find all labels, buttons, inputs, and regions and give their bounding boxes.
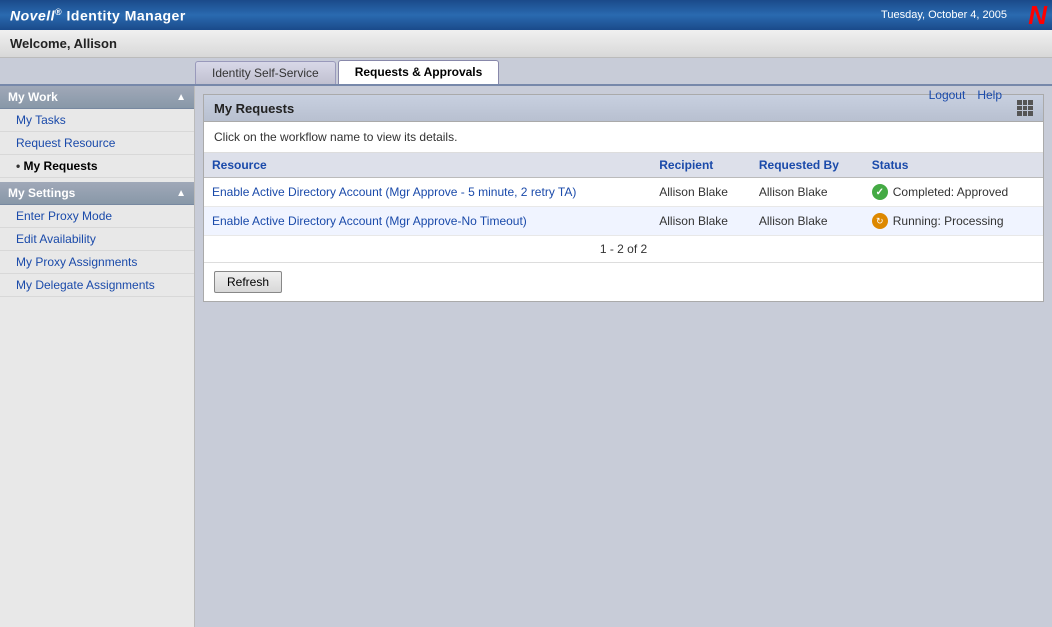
sidebar-settings-arrow: ▲: [176, 188, 186, 199]
requests-table-body: Enable Active Directory Account (Mgr App…: [204, 178, 1043, 236]
table-row: Enable Active Directory Account (Mgr App…: [204, 178, 1043, 207]
help-link[interactable]: Help: [977, 88, 1002, 102]
cell-status: ✓ Completed: Approved: [864, 178, 1043, 207]
app-logo: Novell® Identity Manager: [10, 7, 186, 24]
novell-n-logo: N: [1028, 2, 1047, 28]
cell-requested-by: Allison Blake: [751, 178, 864, 207]
status-running-icon: ↻: [872, 213, 888, 229]
col-requested-by[interactable]: Requested By: [751, 153, 864, 178]
status-text: Running: Processing: [893, 214, 1004, 228]
refresh-button[interactable]: Refresh: [214, 271, 282, 293]
grid-view-icon[interactable]: [1017, 100, 1033, 116]
header-date: Tuesday, October 4, 2005: [881, 9, 1007, 21]
header-bar: Novell® Identity Manager Tuesday, Octobe…: [0, 0, 1052, 30]
status-completed-icon: ✓: [872, 184, 888, 200]
logo-novell: Novell: [10, 7, 55, 23]
requests-table: Resource Recipient Requested By Status E…: [204, 153, 1043, 236]
cell-resource: Enable Active Directory Account (Mgr App…: [204, 178, 651, 207]
sidebar-section-work-label: My Work: [8, 90, 58, 104]
pagination: 1 - 2 of 2: [204, 236, 1043, 263]
logo-rest: Identity Manager: [62, 7, 186, 23]
logout-link[interactable]: Logout: [929, 88, 966, 102]
resource-link[interactable]: Enable Active Directory Account (Mgr App…: [212, 185, 576, 199]
cell-resource: Enable Active Directory Account (Mgr App…: [204, 207, 651, 236]
sidebar-item-my-requests[interactable]: My Requests: [0, 155, 194, 178]
main-content: My Requests Click on the workflow name t…: [195, 86, 1052, 627]
sidebar: My Work ▲ My Tasks Request Resource My R…: [0, 86, 195, 627]
sidebar-item-enter-proxy-mode[interactable]: Enter Proxy Mode: [0, 205, 194, 228]
welcome-message: Welcome, Allison: [10, 36, 117, 51]
cell-recipient: Allison Blake: [651, 207, 751, 236]
sidebar-work-arrow: ▲: [176, 92, 186, 103]
requests-hint: Click on the workflow name to view its d…: [204, 122, 1043, 153]
sidebar-item-my-proxy-assignments[interactable]: My Proxy Assignments: [0, 251, 194, 274]
col-status[interactable]: Status: [864, 153, 1043, 178]
sidebar-section-settings: My Settings ▲: [0, 182, 194, 205]
resource-link[interactable]: Enable Active Directory Account (Mgr App…: [212, 214, 527, 228]
requests-panel-title: My Requests: [214, 101, 294, 116]
sidebar-item-my-tasks[interactable]: My Tasks: [0, 109, 194, 132]
sidebar-item-request-resource[interactable]: Request Resource: [0, 132, 194, 155]
main-layout: My Work ▲ My Tasks Request Resource My R…: [0, 86, 1052, 627]
table-row: Enable Active Directory Account (Mgr App…: [204, 207, 1043, 236]
tab-requests-approvals[interactable]: Requests & Approvals: [338, 60, 500, 84]
cell-requested-by: Allison Blake: [751, 207, 864, 236]
tab-identity-self-service[interactable]: Identity Self-Service: [195, 61, 336, 84]
sidebar-item-my-delegate-assignments[interactable]: My Delegate Assignments: [0, 274, 194, 297]
cell-status: ↻ Running: Processing: [864, 207, 1043, 236]
sidebar-section-settings-label: My Settings: [8, 186, 75, 200]
requests-panel-header: My Requests: [204, 95, 1043, 122]
col-resource[interactable]: Resource: [204, 153, 651, 178]
sidebar-item-edit-availability[interactable]: Edit Availability: [0, 228, 194, 251]
status-text: Completed: Approved: [893, 185, 1008, 199]
requests-panel: My Requests Click on the workflow name t…: [203, 94, 1044, 302]
refresh-area: Refresh: [204, 263, 1043, 301]
table-header-row: Resource Recipient Requested By Status: [204, 153, 1043, 178]
col-recipient[interactable]: Recipient: [651, 153, 751, 178]
sidebar-section-work: My Work ▲: [0, 86, 194, 109]
cell-recipient: Allison Blake: [651, 178, 751, 207]
top-links: Logout Help: [929, 88, 1002, 102]
